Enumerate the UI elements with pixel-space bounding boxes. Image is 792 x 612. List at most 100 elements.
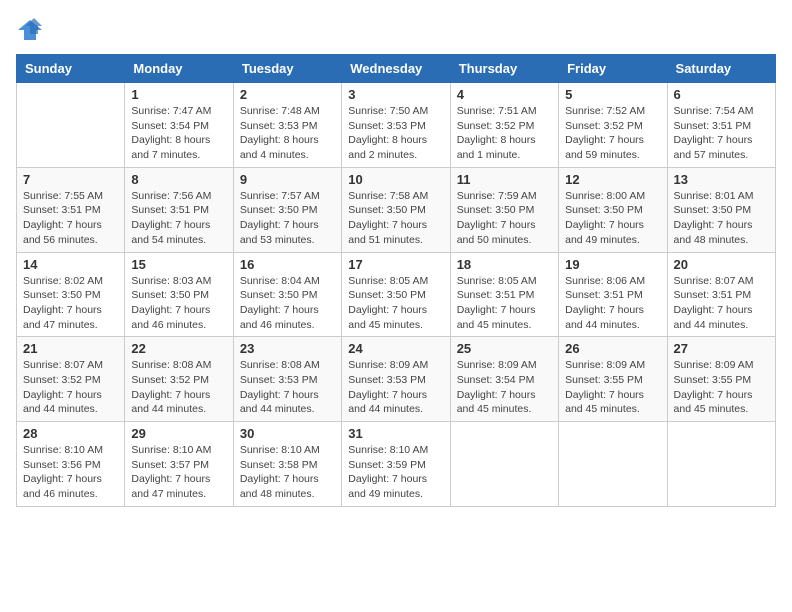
day-info: Sunrise: 8:02 AM Sunset: 3:50 PM Dayligh…	[23, 274, 118, 333]
page-header	[16, 16, 776, 44]
day-number: 25	[457, 341, 552, 356]
calendar-cell: 20Sunrise: 8:07 AM Sunset: 3:51 PM Dayli…	[667, 252, 775, 337]
day-number: 9	[240, 172, 335, 187]
calendar-table: SundayMondayTuesdayWednesdayThursdayFrid…	[16, 54, 776, 507]
calendar-cell: 22 Sunrise: 8:08 AM Sunset: 3:52 PM Dayli…	[125, 337, 233, 422]
day-info: Sunrise: 7:59 AM Sunset: 3:50 PM Dayligh…	[457, 189, 552, 248]
calendar-cell: 11 Sunrise: 7:59 AM Sunset: 3:50 PM Dayli…	[450, 167, 558, 252]
day-info: Sunrise: 7:51 AM Sunset: 3:52 PM Dayligh…	[457, 104, 552, 163]
day-number: 2	[240, 87, 335, 102]
day-info: Sunrise: 8:10 AM Sunset: 3:58 PM Dayligh…	[240, 443, 335, 502]
calendar-cell: 24 Sunrise: 8:09 AM Sunset: 3:53 PM Dayli…	[342, 337, 450, 422]
day-info: Sunrise: 7:52 AM Sunset: 3:52 PM Dayligh…	[565, 104, 660, 163]
day-info: Sunrise: 7:57 AM Sunset: 3:50 PM Dayligh…	[240, 189, 335, 248]
calendar-cell: 23Sunrise: 8:08 AM Sunset: 3:53 PM Dayli…	[233, 337, 341, 422]
calendar-week-row: 28 Sunrise: 8:10 AM Sunset: 3:56 PM Dayli…	[17, 422, 776, 507]
calendar-cell: 27Sunrise: 8:09 AM Sunset: 3:55 PM Dayli…	[667, 337, 775, 422]
calendar-cell: 31Sunrise: 8:10 AM Sunset: 3:59 PM Dayli…	[342, 422, 450, 507]
day-info: Sunrise: 8:04 AM Sunset: 3:50 PM Dayligh…	[240, 274, 335, 333]
calendar-cell: 30 Sunrise: 8:10 AM Sunset: 3:58 PM Dayli…	[233, 422, 341, 507]
calendar-cell: 19 Sunrise: 8:06 AM Sunset: 3:51 PM Dayli…	[559, 252, 667, 337]
calendar-cell: 9 Sunrise: 7:57 AM Sunset: 3:50 PM Daylig…	[233, 167, 341, 252]
calendar-cell: 14Sunrise: 8:02 AM Sunset: 3:50 PM Dayli…	[17, 252, 125, 337]
calendar-cell: 17 Sunrise: 8:05 AM Sunset: 3:50 PM Dayli…	[342, 252, 450, 337]
weekday-header-saturday: Saturday	[667, 55, 775, 83]
day-info: Sunrise: 8:05 AM Sunset: 3:50 PM Dayligh…	[348, 274, 443, 333]
day-number: 22	[131, 341, 226, 356]
day-number: 11	[457, 172, 552, 187]
calendar-cell: 2 Sunrise: 7:48 AM Sunset: 3:53 PM Daylig…	[233, 83, 341, 168]
day-number: 28	[23, 426, 118, 441]
weekday-header-thursday: Thursday	[450, 55, 558, 83]
calendar-cell: 6 Sunrise: 7:54 AM Sunset: 3:51 PM Daylig…	[667, 83, 775, 168]
day-number: 20	[674, 257, 769, 272]
day-info: Sunrise: 7:55 AM Sunset: 3:51 PM Dayligh…	[23, 189, 118, 248]
day-info: Sunrise: 7:54 AM Sunset: 3:51 PM Dayligh…	[674, 104, 769, 163]
day-number: 16	[240, 257, 335, 272]
logo	[16, 16, 48, 44]
day-number: 1	[131, 87, 226, 102]
calendar-cell: 26 Sunrise: 8:09 AM Sunset: 3:55 PM Dayli…	[559, 337, 667, 422]
calendar-cell: 12 Sunrise: 8:00 AM Sunset: 3:50 PM Dayli…	[559, 167, 667, 252]
calendar-week-row: 7 Sunrise: 7:55 AM Sunset: 3:51 PM Daylig…	[17, 167, 776, 252]
day-info: Sunrise: 8:01 AM Sunset: 3:50 PM Dayligh…	[674, 189, 769, 248]
day-number: 7	[23, 172, 118, 187]
day-number: 15	[131, 257, 226, 272]
day-info: Sunrise: 8:10 AM Sunset: 3:56 PM Dayligh…	[23, 443, 118, 502]
day-info: Sunrise: 7:48 AM Sunset: 3:53 PM Dayligh…	[240, 104, 335, 163]
day-info: Sunrise: 8:05 AM Sunset: 3:51 PM Dayligh…	[457, 274, 552, 333]
day-number: 13	[674, 172, 769, 187]
day-number: 12	[565, 172, 660, 187]
day-info: Sunrise: 7:58 AM Sunset: 3:50 PM Dayligh…	[348, 189, 443, 248]
calendar-cell: 21Sunrise: 8:07 AM Sunset: 3:52 PM Dayli…	[17, 337, 125, 422]
day-info: Sunrise: 7:56 AM Sunset: 3:51 PM Dayligh…	[131, 189, 226, 248]
day-info: Sunrise: 8:09 AM Sunset: 3:53 PM Dayligh…	[348, 358, 443, 417]
day-number: 4	[457, 87, 552, 102]
day-number: 5	[565, 87, 660, 102]
day-number: 3	[348, 87, 443, 102]
day-number: 6	[674, 87, 769, 102]
calendar-cell: 7 Sunrise: 7:55 AM Sunset: 3:51 PM Daylig…	[17, 167, 125, 252]
weekday-header-tuesday: Tuesday	[233, 55, 341, 83]
day-info: Sunrise: 8:09 AM Sunset: 3:55 PM Dayligh…	[565, 358, 660, 417]
day-number: 10	[348, 172, 443, 187]
calendar-cell: 13 Sunrise: 8:01 AM Sunset: 3:50 PM Dayli…	[667, 167, 775, 252]
calendar-cell: 15 Sunrise: 8:03 AM Sunset: 3:50 PM Dayli…	[125, 252, 233, 337]
day-number: 19	[565, 257, 660, 272]
weekday-header-row: SundayMondayTuesdayWednesdayThursdayFrid…	[17, 55, 776, 83]
day-info: Sunrise: 8:09 AM Sunset: 3:54 PM Dayligh…	[457, 358, 552, 417]
calendar-cell	[17, 83, 125, 168]
day-number: 30	[240, 426, 335, 441]
weekday-header-friday: Friday	[559, 55, 667, 83]
day-info: Sunrise: 8:10 AM Sunset: 3:59 PM Dayligh…	[348, 443, 443, 502]
day-info: Sunrise: 8:06 AM Sunset: 3:51 PM Dayligh…	[565, 274, 660, 333]
calendar-body: 1Sunrise: 7:47 AM Sunset: 3:54 PM Daylig…	[17, 83, 776, 507]
weekday-header-sunday: Sunday	[17, 55, 125, 83]
calendar-cell	[559, 422, 667, 507]
calendar-cell: 8 Sunrise: 7:56 AM Sunset: 3:51 PM Daylig…	[125, 167, 233, 252]
calendar-cell: 25 Sunrise: 8:09 AM Sunset: 3:54 PM Dayli…	[450, 337, 558, 422]
day-number: 8	[131, 172, 226, 187]
day-info: Sunrise: 8:09 AM Sunset: 3:55 PM Dayligh…	[674, 358, 769, 417]
calendar-cell: 29 Sunrise: 8:10 AM Sunset: 3:57 PM Dayli…	[125, 422, 233, 507]
calendar-week-row: 14Sunrise: 8:02 AM Sunset: 3:50 PM Dayli…	[17, 252, 776, 337]
calendar-cell: 1Sunrise: 7:47 AM Sunset: 3:54 PM Daylig…	[125, 83, 233, 168]
day-info: Sunrise: 8:00 AM Sunset: 3:50 PM Dayligh…	[565, 189, 660, 248]
calendar-cell	[667, 422, 775, 507]
logo-icon	[16, 16, 44, 44]
day-info: Sunrise: 8:10 AM Sunset: 3:57 PM Dayligh…	[131, 443, 226, 502]
day-number: 17	[348, 257, 443, 272]
day-info: Sunrise: 8:08 AM Sunset: 3:52 PM Dayligh…	[131, 358, 226, 417]
day-number: 29	[131, 426, 226, 441]
calendar-cell: 10 Sunrise: 7:58 AM Sunset: 3:50 PM Dayli…	[342, 167, 450, 252]
weekday-header-wednesday: Wednesday	[342, 55, 450, 83]
day-number: 23	[240, 341, 335, 356]
calendar-cell: 4 Sunrise: 7:51 AM Sunset: 3:52 PM Daylig…	[450, 83, 558, 168]
day-number: 26	[565, 341, 660, 356]
calendar-cell	[450, 422, 558, 507]
day-number: 18	[457, 257, 552, 272]
day-number: 21	[23, 341, 118, 356]
day-info: Sunrise: 8:03 AM Sunset: 3:50 PM Dayligh…	[131, 274, 226, 333]
day-number: 24	[348, 341, 443, 356]
weekday-header-monday: Monday	[125, 55, 233, 83]
